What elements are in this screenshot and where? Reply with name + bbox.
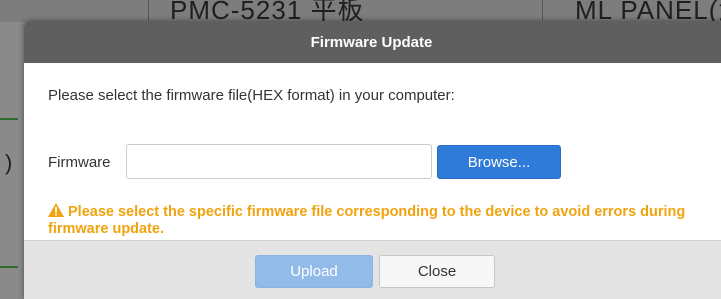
warning-triangle-icon (48, 203, 64, 217)
dialog-body: Please select the firmware file(HEX form… (24, 63, 721, 260)
background-column-separator (542, 0, 543, 22)
instruction-text: Please select the firmware file(HEX form… (48, 87, 455, 104)
dialog-footer: Upload Close (24, 240, 721, 299)
background-column-separator (148, 0, 149, 22)
dialog-header: Firmware Update (24, 21, 721, 63)
warning-message: Please select the specific firmware file… (48, 203, 688, 238)
firmware-file-input[interactable] (126, 144, 432, 179)
dialog-title: Firmware Update (310, 33, 433, 51)
firmware-update-dialog: Firmware Update Please select the firmwa… (24, 21, 721, 299)
browse-button[interactable]: Browse... (437, 145, 561, 179)
upload-button[interactable]: Upload (255, 255, 373, 288)
warning-text: Please select the specific firmware file… (48, 204, 686, 237)
close-button[interactable]: Close (379, 255, 495, 288)
background-text-fragment: ) (5, 150, 13, 175)
firmware-label: Firmware (48, 154, 111, 171)
background-table-line (0, 118, 18, 120)
background-table-line (0, 266, 18, 268)
